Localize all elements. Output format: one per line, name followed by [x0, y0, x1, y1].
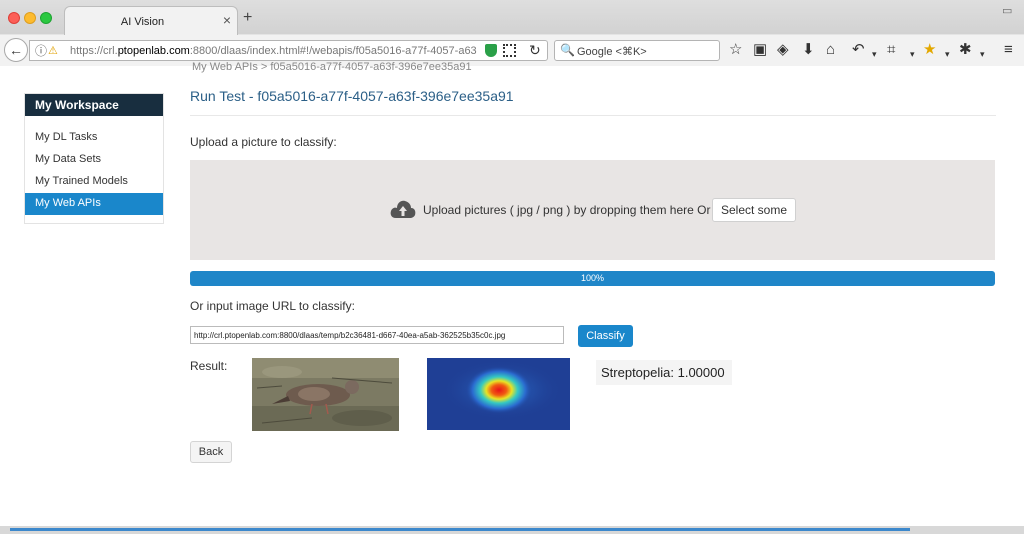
- status-bar: [0, 526, 1024, 534]
- back-button[interactable]: Back: [190, 441, 232, 463]
- reload-icon[interactable]: ↻: [529, 42, 541, 59]
- chevron-down-icon[interactable]: ▾: [945, 45, 950, 63]
- image-url-input[interactable]: [190, 326, 564, 344]
- classify-button[interactable]: Classify: [578, 325, 633, 347]
- window-maximize-button[interactable]: [40, 12, 52, 24]
- upload-dropzone[interactable]: Upload pictures ( jpg / png ) by droppin…: [190, 160, 995, 260]
- back-arrow-icon[interactable]: ←: [4, 38, 28, 62]
- tab-title: AI Vision: [120, 16, 165, 28]
- search-icon: 🔍: [560, 43, 575, 57]
- result-label: Result:: [190, 359, 228, 373]
- url-bar[interactable]: ⓘ ⚠ https://crl.ptopenlab.com:8800/dlaas…: [29, 40, 548, 61]
- input-bird-image: [252, 358, 399, 431]
- sidebar-item-dl-tasks[interactable]: My DL Tasks: [25, 127, 163, 149]
- reading-list-icon[interactable]: ▣: [753, 41, 767, 59]
- sidebar-item-web-apis[interactable]: My Web APIs: [25, 193, 163, 215]
- tab-close-icon[interactable]: ×: [223, 13, 231, 27]
- new-tab-button[interactable]: +: [243, 10, 252, 26]
- page-title: Run Test - f05a5016-a77f-4057-a63f-396e7…: [190, 88, 514, 104]
- download-icon[interactable]: ⬇: [802, 41, 815, 59]
- sidebar-item-trained-models[interactable]: My Trained Models: [25, 171, 163, 193]
- menu-icon[interactable]: ≡: [1004, 41, 1013, 59]
- extension-icon[interactable]: ✱: [959, 41, 972, 59]
- tab-ai-vision[interactable]: AI Vision ×: [64, 6, 238, 35]
- cloud-upload-icon: [390, 200, 416, 218]
- page-load-progress: [10, 528, 910, 531]
- upload-progress-bar: 100%: [190, 271, 995, 286]
- star-icon[interactable]: ☆: [729, 41, 742, 59]
- info-icon[interactable]: ⓘ: [35, 44, 47, 58]
- browser-chrome: AI Vision × + ▭ ← ⓘ ⚠ https://crl.ptopen…: [0, 0, 1024, 66]
- chevron-down-icon[interactable]: ▾: [872, 45, 877, 63]
- sidebar: My Workspace My DL Tasks My Data Sets My…: [24, 93, 164, 224]
- window-close-button[interactable]: [8, 12, 20, 24]
- undo-icon[interactable]: ↶: [852, 41, 865, 59]
- heatmap-image: [427, 358, 570, 430]
- navigation-bar: ← ⓘ ⚠ https://crl.ptopenlab.com:8800/dla…: [0, 35, 1024, 66]
- sidebar-item-data-sets[interactable]: My Data Sets: [25, 149, 163, 171]
- chevron-down-icon[interactable]: ▾: [910, 45, 915, 63]
- warning-lock-icon[interactable]: ⚠: [48, 44, 58, 58]
- crop-icon[interactable]: ⌗: [887, 41, 895, 59]
- page-content: My Web APIs > f05a5016-a77f-4057-a63f-39…: [0, 61, 1024, 534]
- chevron-down-icon[interactable]: ▾: [980, 45, 985, 63]
- window-minimize-button[interactable]: [24, 12, 36, 24]
- url-text[interactable]: https://crl.ptopenlab.com:8800/dlaas/ind…: [70, 45, 477, 57]
- select-files-button[interactable]: Select some: [712, 198, 796, 222]
- progress-label: 100%: [580, 273, 605, 283]
- pocket-icon[interactable]: ◈: [777, 41, 789, 59]
- search-placeholder: Google <⌘K>: [577, 46, 647, 58]
- qr-icon[interactable]: [503, 44, 516, 57]
- upload-label: Upload a picture to classify:: [190, 135, 337, 149]
- drop-instructions: Upload pictures ( jpg / png ) by droppin…: [423, 203, 711, 217]
- search-bar[interactable]: 🔍 Google <⌘K>: [554, 40, 720, 61]
- tab-strip: AI Vision × + ▭: [0, 0, 1024, 35]
- fullscreen-icon[interactable]: ▭: [1002, 4, 1012, 17]
- breadcrumb: My Web APIs > f05a5016-a77f-4057-a63f-39…: [192, 61, 472, 73]
- sidebar-header: My Workspace: [25, 94, 163, 116]
- divider: [190, 115, 996, 116]
- url-input-label: Or input image URL to classify:: [190, 299, 355, 313]
- home-icon[interactable]: ⌂: [826, 41, 835, 59]
- star-extension-icon[interactable]: ★: [923, 41, 936, 59]
- prediction-box: Streptopelia: 1.00000: [596, 360, 732, 385]
- shield-icon[interactable]: [485, 44, 497, 57]
- prediction-text: Streptopelia: 1.00000: [601, 365, 725, 380]
